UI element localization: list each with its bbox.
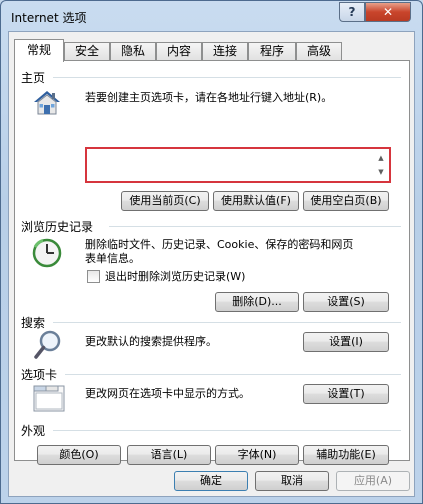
history-section-label: 浏览历史记录 — [21, 220, 94, 234]
tabs-window-icon — [33, 383, 65, 413]
ok-button[interactable]: 确定 — [174, 471, 248, 491]
tab-content[interactable]: 内容 — [156, 42, 202, 61]
history-description-line2: 表单信息。 — [85, 252, 140, 265]
dialog-body: 常规 安全 隐私 内容 连接 程序 高级 主页 若要创建主页选项卡，请在各地址行… — [8, 31, 415, 497]
internet-options-window: Internet 选项 ? ✕ 常规 安全 隐私 内容 连接 程序 高级 主页 — [0, 0, 423, 504]
scroll-up-arrow-icon[interactable]: ▲ — [375, 151, 387, 165]
search-divider — [53, 322, 401, 323]
delete-history-button[interactable]: 删除(D)... — [215, 292, 299, 312]
tab-advanced[interactable]: 高级 — [296, 42, 342, 61]
apply-button[interactable]: 应用(A) — [336, 471, 410, 491]
home-page-icon — [31, 87, 63, 119]
tabs-divider — [65, 374, 401, 375]
history-divider — [109, 226, 401, 227]
search-settings-button[interactable]: 设置(I) — [303, 332, 389, 352]
tab-general[interactable]: 常规 — [14, 39, 64, 62]
magnifier-icon — [33, 329, 63, 361]
history-description-line1: 删除临时文件、历史记录、Cookie、保存的密码和网页 — [85, 238, 354, 251]
scroll-down-arrow-icon[interactable]: ▼ — [375, 165, 387, 179]
tab-programs[interactable]: 程序 — [248, 42, 296, 61]
history-clock-icon — [31, 237, 63, 269]
tab-privacy[interactable]: 隐私 — [110, 42, 156, 61]
accessibility-button[interactable]: 辅助功能(E) — [303, 445, 389, 465]
home-divider — [53, 77, 401, 78]
home-page-url-box: ▲ ▼ — [85, 147, 391, 183]
colors-button[interactable]: 颜色(O) — [37, 445, 121, 465]
tab-connections[interactable]: 连接 — [202, 42, 248, 61]
home-description: 若要创建主页选项卡，请在各地址行键入地址(R)。 — [85, 91, 333, 104]
general-tab-panel: 主页 若要创建主页选项卡，请在各地址行键入地址(R)。 ▲ ▼ 使用当前页(C)… — [14, 60, 410, 465]
use-default-button[interactable]: 使用默认值(F) — [213, 191, 299, 211]
home-page-url-input[interactable] — [91, 153, 377, 177]
title-bar[interactable]: Internet 选项 ? ✕ — [1, 1, 422, 31]
url-scrollbar[interactable]: ▲ ▼ — [375, 151, 387, 179]
use-blank-button[interactable]: 使用空白页(B) — [303, 191, 389, 211]
tabs-description: 更改网页在选项卡中显示的方式。 — [85, 387, 250, 400]
delete-on-exit-label[interactable]: 退出时删除浏览历史记录(W) — [105, 270, 245, 284]
tab-security[interactable]: 安全 — [64, 42, 110, 61]
appearance-divider — [53, 430, 401, 431]
tabs-section-label: 选项卡 — [21, 368, 58, 382]
languages-button[interactable]: 语言(L) — [127, 445, 211, 465]
window-title: Internet 选项 — [11, 11, 87, 25]
close-button[interactable]: ✕ — [365, 2, 411, 22]
history-settings-button[interactable]: 设置(S) — [303, 292, 389, 312]
tabs-settings-button[interactable]: 设置(T) — [303, 384, 389, 404]
help-button[interactable]: ? — [339, 2, 365, 22]
use-current-page-button[interactable]: 使用当前页(C) — [121, 191, 209, 211]
search-description: 更改默认的搜索提供程序。 — [85, 335, 217, 348]
delete-on-exit-checkbox[interactable] — [87, 270, 100, 283]
cancel-button[interactable]: 取消 — [255, 471, 329, 491]
fonts-button[interactable]: 字体(N) — [215, 445, 299, 465]
home-section-label: 主页 — [21, 71, 46, 85]
appearance-section-label: 外观 — [21, 424, 46, 438]
